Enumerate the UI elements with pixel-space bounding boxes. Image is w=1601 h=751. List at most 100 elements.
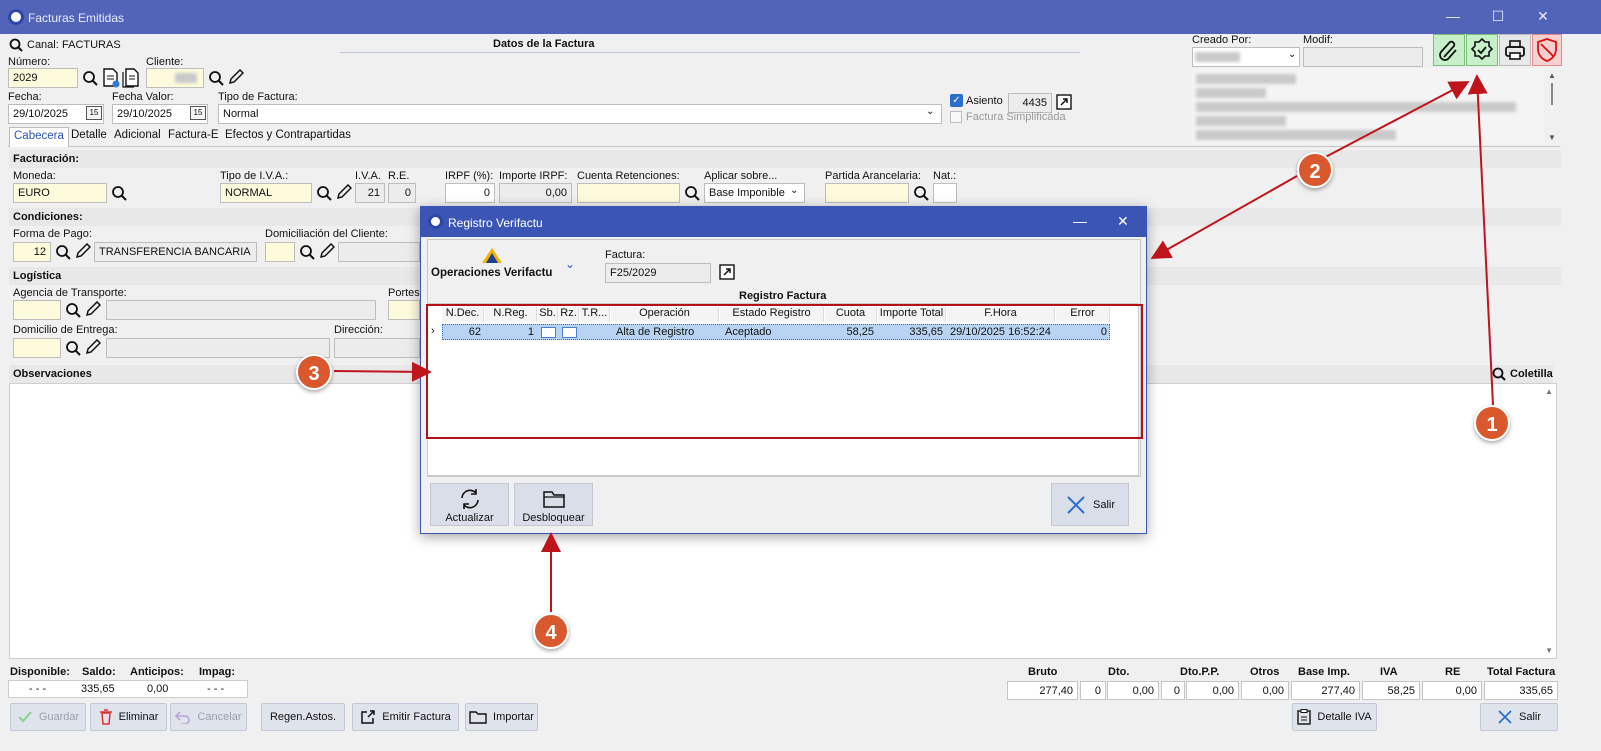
edit-pencil-icon[interactable] [75,243,91,259]
tipo-factura-select[interactable]: Normal [218,104,942,124]
salir-button[interactable]: Salir [1480,703,1558,731]
scrollbar[interactable]: ▲ ▼ [1546,68,1558,144]
tipo-iva-label: Tipo de I.V.A.: [220,170,289,182]
calendar-icon[interactable]: 15 [190,106,206,120]
tab-efectos[interactable]: Efectos y Contrapartidas [221,127,355,147]
agencia-input[interactable] [13,300,61,320]
dialog-close-button[interactable]: ✕ [1117,213,1129,230]
close-button[interactable]: ✕ [1528,8,1558,25]
modif-input [1303,47,1423,67]
edit-pencil-icon[interactable] [85,301,101,317]
creado-por-select[interactable] [1192,47,1300,67]
importar-button[interactable]: Importar [465,703,538,731]
edit-pencil-icon[interactable] [85,339,101,355]
security-button[interactable] [1532,34,1562,66]
dialog-salir-button[interactable]: Salir [1051,483,1129,526]
search-icon[interactable] [208,70,224,86]
canal-value: FACTURAS [62,39,121,51]
dialog-minimize-button[interactable]: — [1073,213,1087,229]
partida-input[interactable] [825,183,909,203]
regen-astos-button[interactable]: Regen.Astos. [261,703,345,731]
irpf-input[interactable]: 0 [445,183,495,203]
open-link-icon[interactable] [1056,94,1072,110]
document-new-icon[interactable] [102,68,120,88]
cuenta-retenciones-input[interactable] [577,183,680,203]
search-icon[interactable] [316,185,332,201]
search-icon[interactable] [684,185,700,201]
open-link-icon[interactable] [719,264,735,280]
bruto-value: 277,40 [1007,681,1078,700]
search-icon[interactable] [65,340,81,356]
callout-badge-3: 3 [296,354,332,390]
coletilla-link[interactable]: Coletilla [1510,368,1553,380]
anticipos-header: Anticipos: [130,666,184,678]
search-icon[interactable] [111,185,127,201]
importar-label: Importar [493,711,534,723]
paperclip-icon [1439,40,1457,61]
chevron-down-icon[interactable]: ⌄ [790,185,798,196]
portes-label: Portes: [388,287,423,299]
agencia-value [106,300,376,320]
edit-pencil-icon[interactable] [319,243,335,259]
cancelar-label: Cancelar [197,711,242,723]
chevron-down-icon[interactable]: ⌄ [565,257,575,271]
domicilio-input[interactable] [13,338,61,358]
operaciones-verifactu-menu[interactable]: Operaciones Verifactu [431,267,552,279]
guardar-label: Guardar [38,711,80,723]
nat-input[interactable] [933,183,957,203]
factura-value: F25/2029 [605,263,711,283]
search-icon[interactable] [55,244,71,260]
tab-adicional[interactable]: Adicional [110,127,165,147]
window-titlebar: Facturas Emitidas — ☐ ✕ [0,0,1601,34]
desbloquear-button[interactable]: Desbloquear [514,483,593,526]
maximize-button[interactable]: ☐ [1483,8,1513,25]
tab-detalle[interactable]: Detalle [67,127,111,147]
chevron-down-icon[interactable]: ⌄ [926,106,934,117]
importe-irpf-value: 0,00 [499,183,572,203]
search-icon[interactable] [9,38,23,52]
saldo-header: Saldo: [82,666,116,678]
search-icon[interactable] [299,244,315,260]
search-icon[interactable] [913,185,929,201]
attach-button[interactable] [1433,34,1465,66]
detalle-iva-button[interactable]: Detalle IVA [1292,703,1377,731]
minimize-button[interactable]: — [1438,8,1468,24]
search-icon[interactable] [65,302,81,318]
cancelar-button[interactable]: Cancelar [170,703,247,731]
re-header: RE [1445,666,1461,678]
cliente-input[interactable] [146,68,204,88]
edit-pencil-icon[interactable] [228,69,244,85]
guardar-button[interactable]: Guardar [10,703,86,731]
tab-cabecera[interactable]: Cabecera [9,127,69,147]
factura-simplificada-checkbox[interactable] [950,111,962,123]
tab-factura-e[interactable]: Factura-E [164,127,223,147]
forma-pago-code[interactable]: 12 [13,242,51,262]
iva-value: 21 [355,183,385,203]
calendar-icon[interactable]: 15 [86,106,102,120]
eliminar-button[interactable]: Eliminar [90,703,167,731]
dialog-salir-label: Salir [1092,498,1115,511]
total-header: Total Factura [1487,666,1556,678]
verified-badge-icon [1470,37,1494,61]
search-icon[interactable] [1492,367,1506,381]
creado-por-label: Creado Por: [1192,34,1252,46]
document-copy-icon[interactable] [122,68,140,88]
numero-input[interactable]: 2029 [8,68,78,88]
folder-icon [542,491,565,508]
moneda-input[interactable]: EURO [13,183,107,203]
domiciliacion-input[interactable] [265,242,295,262]
verifactu-button[interactable] [1466,34,1498,66]
edit-pencil-icon[interactable] [336,184,352,200]
otros-header: Otros [1250,666,1280,678]
print-button[interactable] [1499,34,1531,66]
actualizar-button[interactable]: Actualizar [430,483,509,526]
window-title: Facturas Emitidas [28,11,125,25]
emitir-factura-button[interactable]: Emitir Factura [352,703,459,731]
portes-input[interactable] [388,300,420,320]
asiento-checkbox[interactable]: ✓ [950,94,963,107]
chevron-down-icon[interactable]: ⌄ [1288,49,1296,60]
search-icon[interactable] [82,70,98,86]
factura-simplificada-label: Factura Simplificada [966,111,1066,123]
tipo-iva-input[interactable]: NORMAL [220,183,312,203]
base-header: Base Imp. [1298,666,1350,678]
